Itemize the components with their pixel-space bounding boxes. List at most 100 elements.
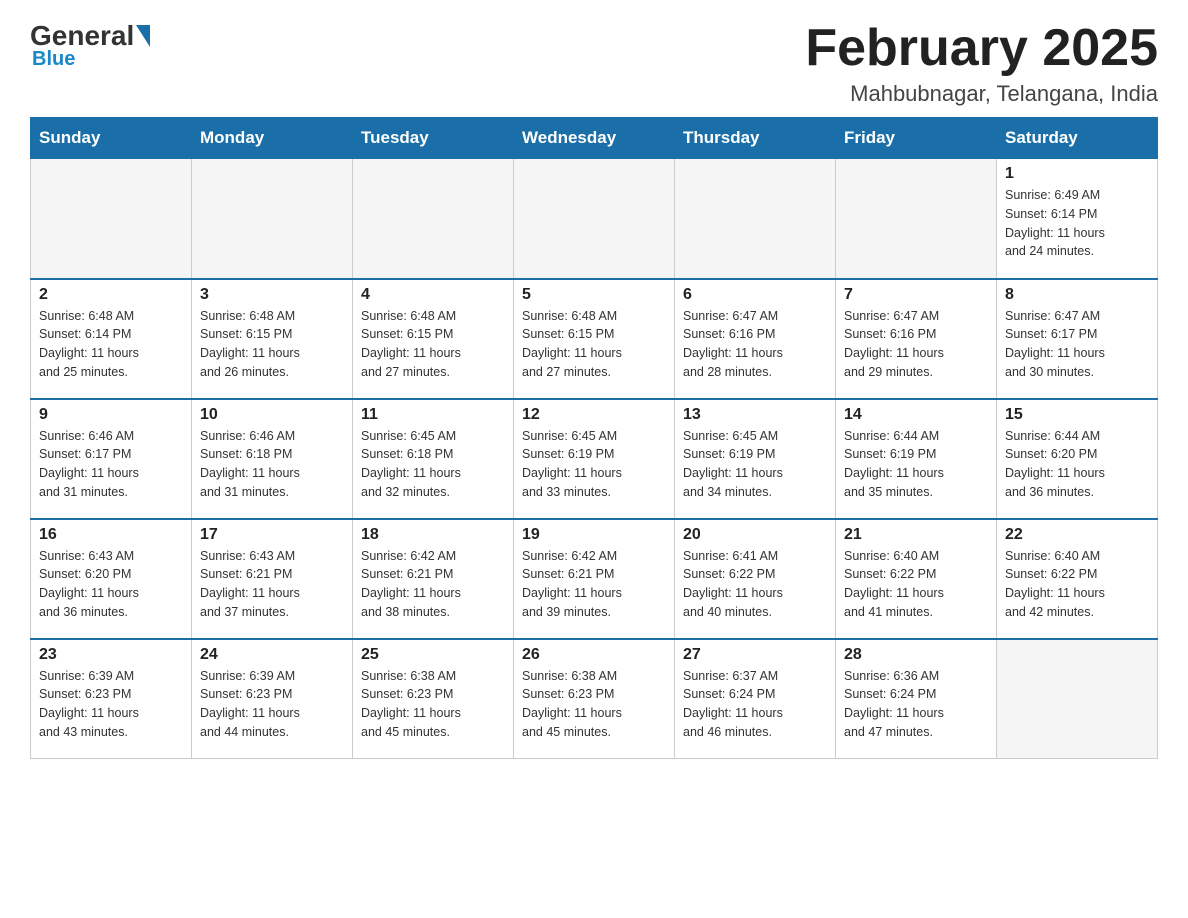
table-row: 5 Sunrise: 6:48 AMSunset: 6:15 PMDaylight… bbox=[514, 279, 675, 399]
day-number: 12 bbox=[522, 406, 666, 424]
table-row: 15 Sunrise: 6:44 AMSunset: 6:20 PMDayligh… bbox=[997, 399, 1158, 519]
day-number: 15 bbox=[1005, 406, 1149, 424]
table-row: 17 Sunrise: 6:43 AMSunset: 6:21 PMDayligh… bbox=[192, 519, 353, 639]
page-header: General Blue February 2025 Mahbubnagar, … bbox=[30, 20, 1158, 107]
table-row: 22 Sunrise: 6:40 AMSunset: 6:22 PMDayligh… bbox=[997, 519, 1158, 639]
day-number: 16 bbox=[39, 526, 183, 544]
calendar-week-row: 23 Sunrise: 6:39 AMSunset: 6:23 PMDayligh… bbox=[31, 639, 1158, 759]
table-row: 8 Sunrise: 6:47 AMSunset: 6:17 PMDaylight… bbox=[997, 279, 1158, 399]
day-number: 22 bbox=[1005, 526, 1149, 544]
table-row: 24 Sunrise: 6:39 AMSunset: 6:23 PMDayligh… bbox=[192, 639, 353, 759]
day-info: Sunrise: 6:48 AMSunset: 6:14 PMDaylight:… bbox=[39, 307, 183, 382]
day-info: Sunrise: 6:44 AMSunset: 6:19 PMDaylight:… bbox=[844, 427, 988, 502]
table-row: 3 Sunrise: 6:48 AMSunset: 6:15 PMDaylight… bbox=[192, 279, 353, 399]
header-saturday: Saturday bbox=[997, 118, 1158, 159]
table-row bbox=[192, 159, 353, 279]
calendar-week-row: 16 Sunrise: 6:43 AMSunset: 6:20 PMDayligh… bbox=[31, 519, 1158, 639]
table-row: 12 Sunrise: 6:45 AMSunset: 6:19 PMDayligh… bbox=[514, 399, 675, 519]
day-number: 19 bbox=[522, 526, 666, 544]
logo: General Blue bbox=[30, 20, 148, 71]
day-info: Sunrise: 6:39 AMSunset: 6:23 PMDaylight:… bbox=[39, 667, 183, 742]
calendar-subtitle: Mahbubnagar, Telangana, India bbox=[805, 81, 1158, 107]
day-info: Sunrise: 6:46 AMSunset: 6:17 PMDaylight:… bbox=[39, 427, 183, 502]
day-info: Sunrise: 6:40 AMSunset: 6:22 PMDaylight:… bbox=[1005, 547, 1149, 622]
table-row: 13Sunrise: 6:45 AMSunset: 6:19 PMDayligh… bbox=[675, 399, 836, 519]
table-row: 6 Sunrise: 6:47 AMSunset: 6:16 PMDaylight… bbox=[675, 279, 836, 399]
day-number: 4 bbox=[361, 286, 505, 304]
day-info: Sunrise: 6:48 AMSunset: 6:15 PMDaylight:… bbox=[200, 307, 344, 382]
header-sunday: Sunday bbox=[31, 118, 192, 159]
table-row bbox=[31, 159, 192, 279]
day-number: 14 bbox=[844, 406, 988, 424]
day-info: Sunrise: 6:39 AMSunset: 6:23 PMDaylight:… bbox=[200, 667, 344, 742]
calendar-week-row: 1 Sunrise: 6:49 AMSunset: 6:14 PMDaylight… bbox=[31, 159, 1158, 279]
header-friday: Friday bbox=[836, 118, 997, 159]
day-number: 17 bbox=[200, 526, 344, 544]
table-row: 16 Sunrise: 6:43 AMSunset: 6:20 PMDayligh… bbox=[31, 519, 192, 639]
day-number: 9 bbox=[39, 406, 183, 424]
day-number: 28 bbox=[844, 646, 988, 664]
header-row: Sunday Monday Tuesday Wednesday Thursday… bbox=[31, 118, 1158, 159]
day-info: Sunrise: 6:47 AMSunset: 6:16 PMDaylight:… bbox=[683, 307, 827, 382]
header-tuesday: Tuesday bbox=[353, 118, 514, 159]
day-number: 5 bbox=[522, 286, 666, 304]
day-number: 21 bbox=[844, 526, 988, 544]
table-row: 7Sunrise: 6:47 AMSunset: 6:16 PMDaylight… bbox=[836, 279, 997, 399]
header-monday: Monday bbox=[192, 118, 353, 159]
title-section: February 2025 Mahbubnagar, Telangana, In… bbox=[805, 20, 1158, 107]
table-row bbox=[514, 159, 675, 279]
day-number: 20 bbox=[683, 526, 827, 544]
table-row: 4Sunrise: 6:48 AMSunset: 6:15 PMDaylight… bbox=[353, 279, 514, 399]
table-row: 9 Sunrise: 6:46 AMSunset: 6:17 PMDaylight… bbox=[31, 399, 192, 519]
day-info: Sunrise: 6:42 AMSunset: 6:21 PMDaylight:… bbox=[522, 547, 666, 622]
day-info: Sunrise: 6:49 AMSunset: 6:14 PMDaylight:… bbox=[1005, 186, 1149, 261]
day-info: Sunrise: 6:42 AMSunset: 6:21 PMDaylight:… bbox=[361, 547, 505, 622]
table-row: 14 Sunrise: 6:44 AMSunset: 6:19 PMDayligh… bbox=[836, 399, 997, 519]
day-info: Sunrise: 6:48 AMSunset: 6:15 PMDaylight:… bbox=[522, 307, 666, 382]
table-row bbox=[997, 639, 1158, 759]
day-info: Sunrise: 6:47 AMSunset: 6:17 PMDaylight:… bbox=[1005, 307, 1149, 382]
calendar-table: Sunday Monday Tuesday Wednesday Thursday… bbox=[30, 117, 1158, 759]
day-number: 27 bbox=[683, 646, 827, 664]
day-number: 25 bbox=[361, 646, 505, 664]
day-number: 10 bbox=[200, 406, 344, 424]
table-row: 11Sunrise: 6:45 AMSunset: 6:18 PMDayligh… bbox=[353, 399, 514, 519]
table-row: 20Sunrise: 6:41 AMSunset: 6:22 PMDayligh… bbox=[675, 519, 836, 639]
logo-blue-part bbox=[134, 25, 148, 47]
day-number: 2 bbox=[39, 286, 183, 304]
day-info: Sunrise: 6:47 AMSunset: 6:16 PMDaylight:… bbox=[844, 307, 988, 382]
table-row: 18 Sunrise: 6:42 AMSunset: 6:21 PMDayligh… bbox=[353, 519, 514, 639]
day-number: 26 bbox=[522, 646, 666, 664]
table-row bbox=[836, 159, 997, 279]
day-number: 23 bbox=[39, 646, 183, 664]
day-info: Sunrise: 6:45 AMSunset: 6:19 PMDaylight:… bbox=[683, 427, 827, 502]
day-info: Sunrise: 6:43 AMSunset: 6:20 PMDaylight:… bbox=[39, 547, 183, 622]
day-info: Sunrise: 6:43 AMSunset: 6:21 PMDaylight:… bbox=[200, 547, 344, 622]
day-info: Sunrise: 6:36 AMSunset: 6:24 PMDaylight:… bbox=[844, 667, 988, 742]
day-info: Sunrise: 6:38 AMSunset: 6:23 PMDaylight:… bbox=[522, 667, 666, 742]
day-number: 24 bbox=[200, 646, 344, 664]
day-number: 18 bbox=[361, 526, 505, 544]
table-row: 23 Sunrise: 6:39 AMSunset: 6:23 PMDayligh… bbox=[31, 639, 192, 759]
day-number: 6 bbox=[683, 286, 827, 304]
day-info: Sunrise: 6:38 AMSunset: 6:23 PMDaylight:… bbox=[361, 667, 505, 742]
table-row: 27 Sunrise: 6:37 AMSunset: 6:24 PMDayligh… bbox=[675, 639, 836, 759]
day-info: Sunrise: 6:44 AMSunset: 6:20 PMDaylight:… bbox=[1005, 427, 1149, 502]
day-info: Sunrise: 6:40 AMSunset: 6:22 PMDaylight:… bbox=[844, 547, 988, 622]
table-row: 1 Sunrise: 6:49 AMSunset: 6:14 PMDaylight… bbox=[997, 159, 1158, 279]
day-info: Sunrise: 6:45 AMSunset: 6:19 PMDaylight:… bbox=[522, 427, 666, 502]
table-row: 26 Sunrise: 6:38 AMSunset: 6:23 PMDayligh… bbox=[514, 639, 675, 759]
day-number: 3 bbox=[200, 286, 344, 304]
day-info: Sunrise: 6:37 AMSunset: 6:24 PMDaylight:… bbox=[683, 667, 827, 742]
logo-blue-text: Blue bbox=[32, 48, 75, 71]
table-row: 2 Sunrise: 6:48 AMSunset: 6:14 PMDaylight… bbox=[31, 279, 192, 399]
table-row: 28 Sunrise: 6:36 AMSunset: 6:24 PMDayligh… bbox=[836, 639, 997, 759]
table-row: 10Sunrise: 6:46 AMSunset: 6:18 PMDayligh… bbox=[192, 399, 353, 519]
table-row bbox=[675, 159, 836, 279]
header-wednesday: Wednesday bbox=[514, 118, 675, 159]
logo-triangle-icon bbox=[136, 25, 150, 47]
header-thursday: Thursday bbox=[675, 118, 836, 159]
day-number: 11 bbox=[361, 406, 505, 424]
day-number: 1 bbox=[1005, 165, 1149, 183]
day-number: 8 bbox=[1005, 286, 1149, 304]
